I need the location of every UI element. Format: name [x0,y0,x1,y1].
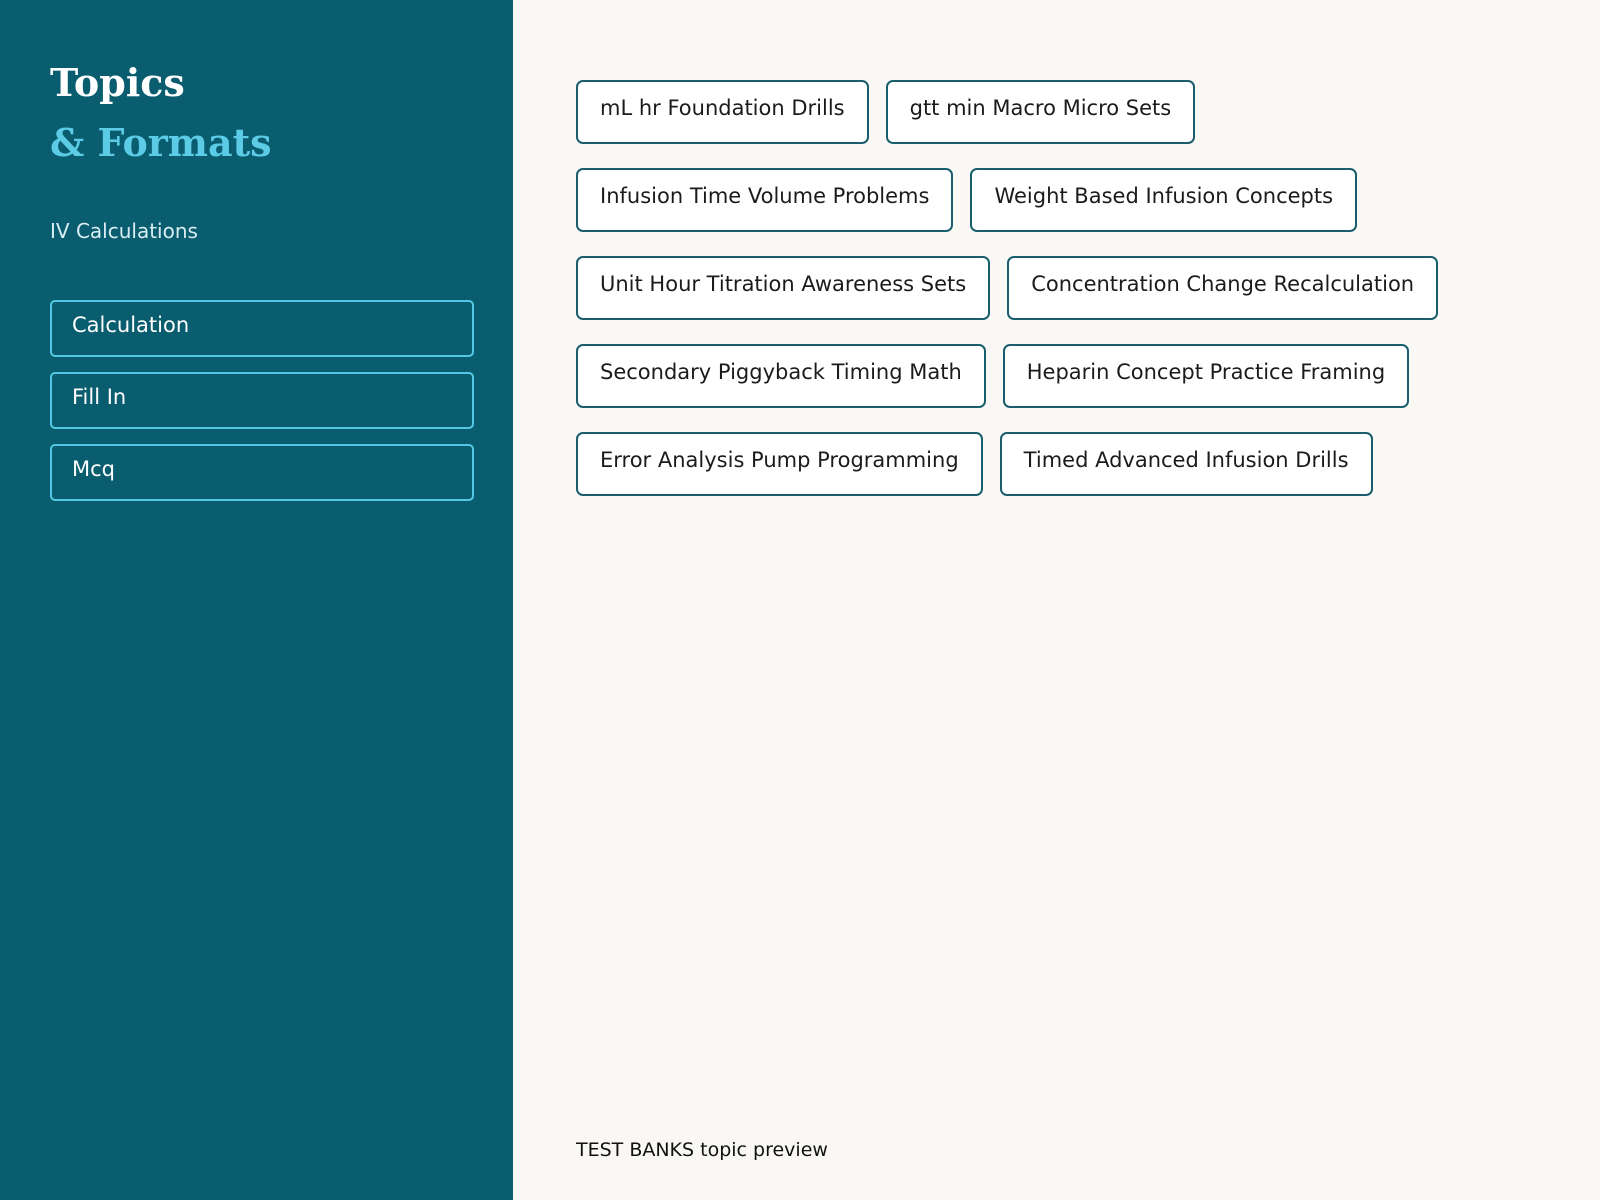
topic-chip-label: Heparin Concept Practice Framing [1026,360,1386,384]
topic-chip-label: Infusion Time Volume Problems [600,184,930,208]
topic-chip[interactable]: Concentration Change Recalculation [1007,256,1439,320]
format-item-calculation[interactable]: Calculation [50,300,474,357]
topic-chip-label: Unit Hour Titration Awareness Sets [600,272,967,296]
topic-chip-label: Error Analysis Pump Programming [600,448,959,472]
topic-chip[interactable]: Heparin Concept Practice Framing [1002,344,1410,408]
sidebar-subtitle: IV Calculations [50,219,198,243]
format-item-label: Fill In [72,384,127,409]
topic-chip[interactable]: gtt min Macro Micro Sets [885,80,1196,144]
footer-caption: TEST BANKS topic preview [576,1139,828,1161]
topic-chip-label: mL hr Foundation Drills [600,96,845,120]
topic-chip[interactable]: Weight Based Infusion Concepts [970,168,1358,232]
topic-chip[interactable]: Timed Advanced Infusion Drills [999,432,1373,496]
topic-chip[interactable]: Secondary Piggyback Timing Math [576,344,986,408]
sidebar: Topics & Formats IV Calculations Calcula… [0,0,513,1200]
topic-row: Secondary Piggyback Timing Math Heparin … [576,344,1576,408]
topic-row: Infusion Time Volume Problems Weight Bas… [576,168,1576,232]
format-item-fill-in[interactable]: Fill In [50,372,474,429]
format-list: Calculation Fill In Mcq [50,300,474,516]
topic-chip-label: Concentration Change Recalculation [1031,272,1415,296]
format-item-label: Calculation [72,312,190,337]
format-item-label: Mcq [72,456,115,481]
topic-chip[interactable]: mL hr Foundation Drills [576,80,869,144]
topic-chip-label: gtt min Macro Micro Sets [909,96,1172,120]
sidebar-title-formats: & Formats [50,120,272,165]
topic-chip-label: Weight Based Infusion Concepts [994,184,1334,208]
topic-chip[interactable]: Error Analysis Pump Programming [576,432,983,496]
topic-chip-label: Secondary Piggyback Timing Math [600,360,962,384]
topic-row: mL hr Foundation Drills gtt min Macro Mi… [576,80,1576,144]
topic-chip[interactable]: Infusion Time Volume Problems [576,168,954,232]
format-item-mcq[interactable]: Mcq [50,444,474,501]
topic-grid: mL hr Foundation Drills gtt min Macro Mi… [576,80,1576,520]
topic-row: Unit Hour Titration Awareness Sets Conce… [576,256,1576,320]
sidebar-title-topics: Topics [50,60,185,105]
topic-row: Error Analysis Pump Programming Timed Ad… [576,432,1576,496]
topic-chip[interactable]: Unit Hour Titration Awareness Sets [576,256,991,320]
topic-chip-label: Timed Advanced Infusion Drills [1023,448,1349,472]
